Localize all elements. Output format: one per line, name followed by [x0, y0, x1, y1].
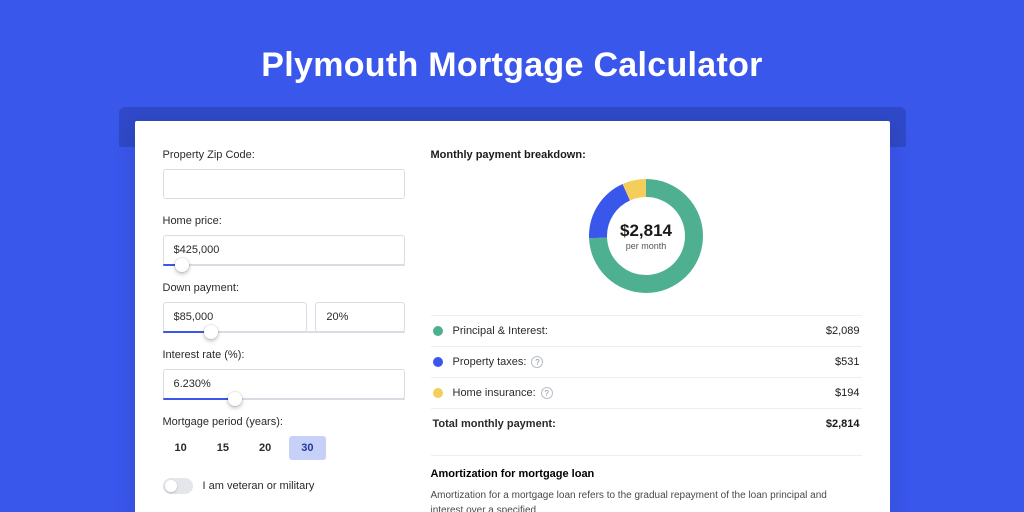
amortization-section: Amortization for mortgage loan Amortizat… — [431, 455, 862, 512]
breakdown-label: Principal & Interest: — [453, 325, 826, 337]
breakdown-total-row: Total monthly payment:$2,814 — [431, 409, 862, 439]
period-option-20[interactable]: 20 — [247, 436, 283, 460]
period-options: 10152030 — [163, 436, 405, 460]
interest-rate-label: Interest rate (%): — [163, 349, 405, 361]
down-payment-group: Down payment: — [163, 282, 405, 333]
donut-wrap: $2,814 per month — [431, 175, 862, 315]
breakdown-value: $194 — [835, 387, 859, 399]
period-option-15[interactable]: 15 — [205, 436, 241, 460]
legend-dot — [433, 357, 443, 367]
breakdown-label: Home insurance:? — [453, 387, 836, 399]
breakdown-total-value: $2,814 — [826, 418, 860, 430]
donut-amount: $2,814 — [620, 221, 672, 241]
period-option-30[interactable]: 30 — [289, 436, 325, 460]
period-label: Mortgage period (years): — [163, 416, 405, 428]
zip-group: Property Zip Code: — [163, 149, 405, 199]
down-payment-label: Down payment: — [163, 282, 405, 294]
legend-dot — [433, 388, 443, 398]
info-icon[interactable]: ? — [531, 356, 543, 368]
zip-label: Property Zip Code: — [163, 149, 405, 161]
breakdown-row: Principal & Interest:$2,089 — [431, 316, 862, 347]
payment-donut-chart: $2,814 per month — [585, 175, 707, 297]
interest-rate-slider[interactable] — [163, 398, 405, 400]
period-group: Mortgage period (years): 10152030 — [163, 416, 405, 460]
home-price-group: Home price: — [163, 215, 405, 266]
veteran-label: I am veteran or military — [203, 480, 315, 492]
interest-rate-input[interactable] — [163, 369, 405, 399]
home-price-label: Home price: — [163, 215, 405, 227]
amortization-text: Amortization for a mortgage loan refers … — [431, 488, 862, 512]
breakdown-value: $2,089 — [826, 325, 860, 337]
amortization-title: Amortization for mortgage loan — [431, 468, 862, 480]
home-price-slider-thumb[interactable] — [175, 258, 189, 272]
interest-rate-slider-fill — [163, 398, 236, 400]
period-option-10[interactable]: 10 — [163, 436, 199, 460]
home-price-input[interactable] — [163, 235, 405, 265]
home-price-slider[interactable] — [163, 264, 405, 266]
veteran-row: I am veteran or military — [163, 478, 405, 494]
page-title: Plymouth Mortgage Calculator — [0, 0, 1024, 107]
breakdown-row: Home insurance:?$194 — [431, 378, 862, 409]
zip-input[interactable] — [163, 169, 405, 199]
inputs-column: Property Zip Code: Home price: Down paym… — [163, 149, 405, 512]
info-icon[interactable]: ? — [541, 387, 553, 399]
breakdown-list: Principal & Interest:$2,089Property taxe… — [431, 315, 862, 439]
down-payment-slider-thumb[interactable] — [204, 325, 218, 339]
interest-rate-group: Interest rate (%): — [163, 349, 405, 400]
breakdown-column: Monthly payment breakdown: $2,814 per mo… — [431, 149, 862, 512]
donut-center: $2,814 per month — [585, 175, 707, 297]
down-payment-percent-input[interactable] — [315, 302, 404, 332]
calculator-card: Property Zip Code: Home price: Down paym… — [135, 121, 890, 512]
breakdown-total-label: Total monthly payment: — [433, 418, 826, 430]
breakdown-title: Monthly payment breakdown: — [431, 149, 862, 161]
breakdown-value: $531 — [835, 356, 859, 368]
interest-rate-slider-thumb[interactable] — [228, 392, 242, 406]
veteran-toggle[interactable] — [163, 478, 193, 494]
breakdown-label: Property taxes:? — [453, 356, 836, 368]
down-payment-amount-input[interactable] — [163, 302, 308, 332]
legend-dot — [433, 326, 443, 336]
breakdown-row: Property taxes:?$531 — [431, 347, 862, 378]
donut-sub: per month — [626, 241, 667, 251]
down-payment-slider[interactable] — [163, 331, 405, 333]
